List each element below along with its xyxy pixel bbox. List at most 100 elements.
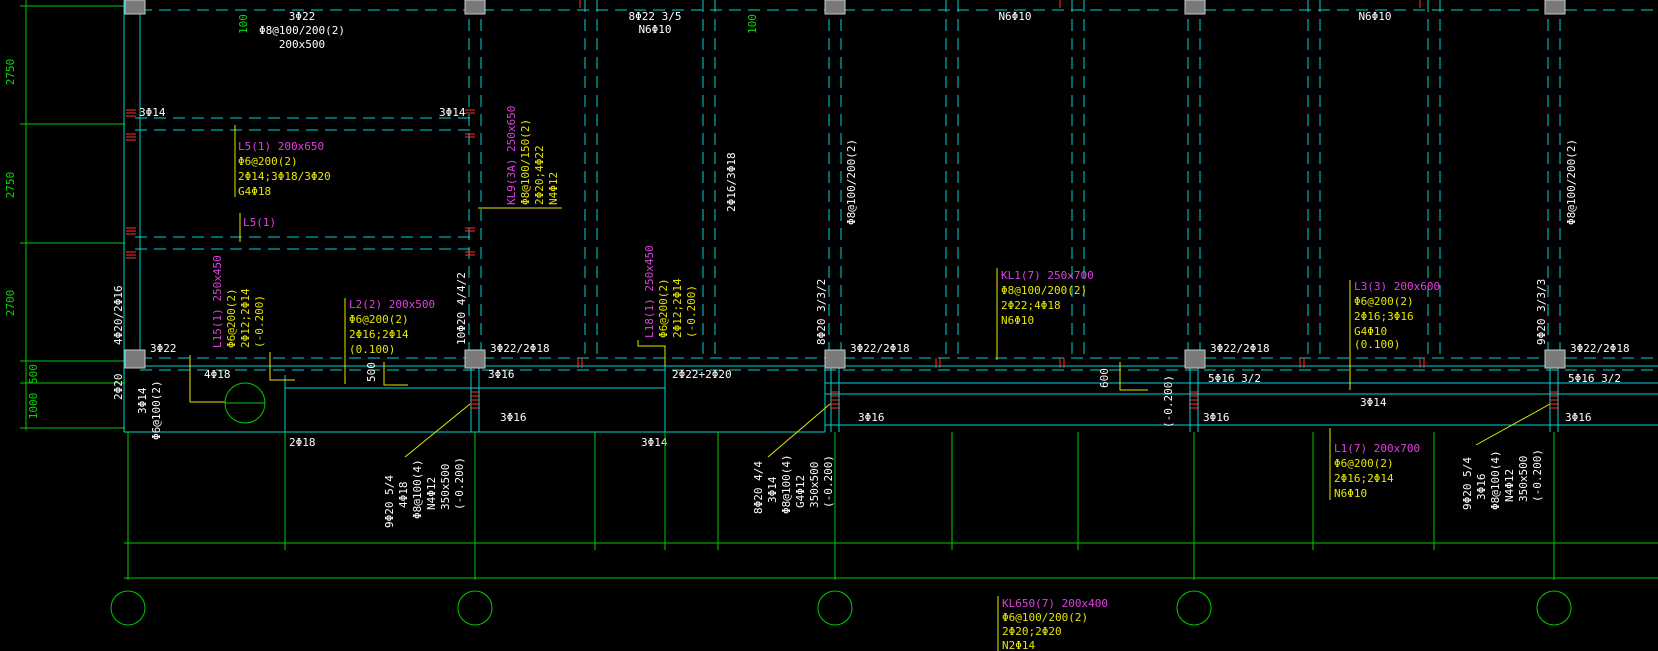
- svg-text:(-0.200): (-0.200): [1531, 449, 1544, 502]
- row-dim-1: 2750: [4, 59, 17, 86]
- svg-text:N4Φ12: N4Φ12: [1503, 469, 1516, 502]
- beam-spec: G4Φ10: [1354, 325, 1387, 338]
- column[interactable]: [124, 349, 146, 369]
- beam-title: L15(1) 250x450: [211, 255, 224, 348]
- row-dim-3: 2700: [4, 290, 17, 317]
- svg-text:G4Φ12: G4Φ12: [794, 475, 807, 508]
- svg-text:4Φ18: 4Φ18: [397, 482, 410, 509]
- beam-title: L3(3) 200x600: [1354, 280, 1440, 293]
- column[interactable]: [464, 349, 486, 369]
- column[interactable]: [824, 349, 846, 369]
- column[interactable]: [464, 0, 486, 15]
- column-spec: 10Φ20 4/4/2: [455, 272, 468, 345]
- beam-spec: (-0.200): [253, 295, 266, 348]
- column[interactable]: [1544, 0, 1566, 15]
- kl650-annotation: KL650(7) 200x400 Φ6@100/200(2) 2Φ20;2Φ20…: [997, 596, 1108, 651]
- dim-label: 600: [1098, 368, 1111, 388]
- column-spec: 4Φ20/2Φ16: [112, 285, 125, 345]
- rebar-label: 3Φ14: [641, 436, 668, 449]
- l2-annotation: L2(2) 200x500 Φ6@200(2) 2Φ16;2Φ14 (0.100…: [344, 298, 435, 384]
- beam-spec: (0.100): [1354, 338, 1400, 351]
- beam-spec: (0.100): [349, 343, 395, 356]
- rebar-label: 2Φ20: [112, 374, 125, 401]
- svg-text:350x500: 350x500: [808, 462, 821, 508]
- left-dimension-chain: 2750 2750 2700 500 1000: [4, 0, 125, 430]
- rebar-label: 3Φ22/2Φ18: [850, 342, 910, 355]
- rebar-label: 3Φ16: [1203, 411, 1230, 424]
- rebar-label: 3Φ14: [1360, 396, 1387, 409]
- column[interactable]: [1184, 0, 1206, 15]
- beam-title: KL650(7) 200x400: [1002, 597, 1108, 610]
- beam-spec: Φ6@100/200(2): [1002, 611, 1088, 624]
- dim-label: 100: [237, 14, 250, 34]
- beam-title: KL9(3A) 250x650: [505, 106, 518, 205]
- beam-spec: 2Φ16;2Φ14: [349, 328, 409, 341]
- beam-title: L2(2) 200x500: [349, 298, 435, 311]
- vertical-beam-labels: 2Φ16/3Φ18 Φ8@100/200(2) Φ8@100/200(2): [725, 139, 1578, 225]
- row-dim-2: 2750: [4, 172, 17, 199]
- svg-text:(-0.200): (-0.200): [822, 455, 835, 508]
- cad-drawing-canvas[interactable]: 2750 2750 2700 500 1000 3Φ22 Φ8@100/200(…: [0, 0, 1658, 651]
- svg-text:3Φ16: 3Φ16: [1475, 474, 1488, 501]
- rebar-label: 4Φ18: [204, 368, 231, 381]
- kl1-annotation: KL1(7) 250x700 Φ8@100/200(2) 2Φ22;4Φ18 N…: [996, 268, 1094, 360]
- rebar-label: 3Φ16: [488, 368, 515, 381]
- column[interactable]: [1184, 349, 1206, 369]
- rebar-label: 3Φ14: [439, 106, 466, 119]
- rebar-label: 3Φ16: [858, 411, 885, 424]
- rebar-label: 3Φ22: [150, 342, 177, 355]
- rebar-label: 2Φ18: [289, 436, 316, 449]
- svg-text:Φ8@100(4): Φ8@100(4): [411, 459, 424, 519]
- section-marker[interactable]: [189, 355, 266, 424]
- beam-spec: Φ6@200(2): [657, 278, 670, 338]
- beam-title: L5(1): [243, 216, 276, 229]
- rebar-label: 3Φ22/2Φ18: [1210, 342, 1270, 355]
- column-spec: 8Φ20 3/3/2: [815, 279, 828, 345]
- bottom-dimension-chain: [124, 432, 1658, 580]
- beam-label: Φ8@100/200(2): [259, 24, 345, 37]
- beam-spec: 2Φ14;3Φ18/3Φ20: [238, 170, 331, 183]
- rebar-label: 3Φ16: [500, 411, 527, 424]
- level-label: (-0.200): [1162, 375, 1175, 428]
- row-dim-5: 1000: [27, 393, 40, 420]
- beam-label: 200x500: [279, 38, 325, 51]
- rebar-label: 3Φ22/2Φ18: [1570, 342, 1630, 355]
- svg-text:3Φ14: 3Φ14: [766, 476, 779, 503]
- top-annotations: 3Φ22 Φ8@100/200(2) 200x500 8Φ22 3/5 N6Φ1…: [139, 10, 1392, 119]
- beam-label: N6Φ10: [998, 10, 1031, 23]
- rebar-label: 5Φ16 3/2: [1208, 372, 1261, 385]
- column[interactable]: [124, 0, 146, 15]
- svg-text:350x500: 350x500: [1517, 456, 1530, 502]
- beam-spec: Φ8@100/150(2): [519, 119, 532, 205]
- beam-spec: 2Φ16/3Φ18: [725, 152, 738, 212]
- left-column-labels: 2Φ20 3Φ14 Φ6@100(2): [112, 374, 163, 441]
- column-spec: 9Φ20 3/3/3: [1535, 279, 1548, 345]
- beam-label: 3Φ22: [289, 10, 316, 23]
- l1-annotation: L1(7) 200x700 Φ6@200(2) 2Φ16;2Φ14 N6Φ10: [1329, 428, 1420, 500]
- beam-outlines: [123, 0, 1658, 433]
- rebar-label: 3Φ14: [136, 387, 149, 414]
- row-dim-4: 500: [27, 364, 40, 384]
- beam-title: L5(1) 200x650: [238, 140, 324, 153]
- beam-spec: N6Φ10: [1001, 314, 1034, 327]
- beam-title: L1(7) 200x700: [1334, 442, 1420, 455]
- beam-label: 8Φ22 3/5: [629, 10, 682, 23]
- column[interactable]: [824, 0, 846, 15]
- l5-annotation: L5(1) 200x650 Φ6@200(2) 2Φ14;3Φ18/3Φ20 G…: [234, 125, 331, 242]
- rebar-label: 3Φ16: [1565, 411, 1592, 424]
- svg-text:(-0.200): (-0.200): [453, 457, 466, 510]
- svg-text:Φ8@100(4): Φ8@100(4): [1489, 450, 1502, 510]
- beam-spec: N4Φ12: [547, 172, 560, 205]
- l15-annotation: L15(1) 250x450 Φ6@200(2) 2Φ12;2Φ14 (-0.2…: [211, 255, 295, 381]
- l3-annotation: L3(3) 200x600 Φ6@200(2) 2Φ16;3Φ16 G4Φ10 …: [1349, 280, 1440, 390]
- beam-spec: N2Φ14: [1002, 639, 1035, 651]
- beam-spec: (-0.200): [685, 285, 698, 338]
- beam-spec: 2Φ12;2Φ14: [671, 278, 684, 338]
- beam-spec: 2Φ12;2Φ14: [239, 288, 252, 348]
- section-spec-a: 9Φ20 5/4 4Φ18 Φ8@100(4) N4Φ12 350x500 (-…: [383, 403, 471, 528]
- svg-text:9Φ20 5/4: 9Φ20 5/4: [1461, 457, 1474, 510]
- beam-title: L18(1) 250x450: [643, 245, 656, 338]
- beam-label: N6Φ10: [1358, 10, 1391, 23]
- svg-text:Φ8@100(4): Φ8@100(4): [780, 454, 793, 514]
- column[interactable]: [1544, 349, 1566, 369]
